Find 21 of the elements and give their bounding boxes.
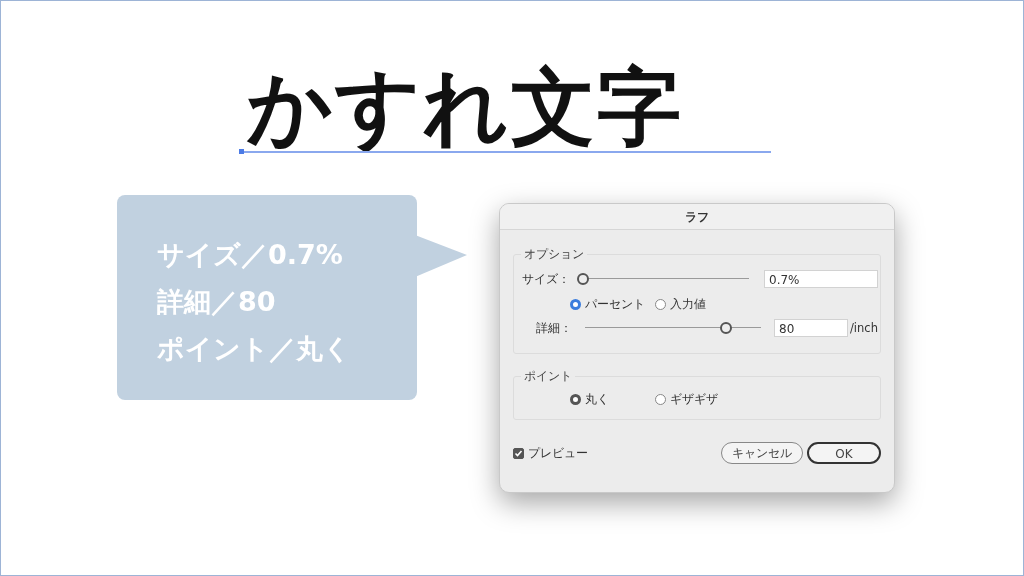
size-field[interactable]: 0.7% (764, 270, 878, 289)
callout-text: 詳細／80 (157, 285, 276, 320)
slider-thumb[interactable] (577, 273, 589, 286)
callout-text: ポイント／丸く (157, 332, 351, 367)
checkmark-icon (514, 448, 523, 458)
radio-option[interactable]: 丸く (570, 391, 609, 409)
unit-label: /inch (850, 319, 878, 337)
dialog-title: ラフ (500, 204, 894, 231)
slider-thumb[interactable] (719, 322, 732, 335)
ok-button[interactable]: OK (807, 442, 881, 465)
radio-option[interactable]: 入力値 (655, 296, 706, 314)
detail-label: 詳細： (536, 319, 572, 337)
preview-label[interactable]: プレビュー (528, 444, 588, 462)
size-label: サイズ： (522, 270, 570, 288)
radio-option[interactable]: パーセント (570, 296, 645, 314)
headline: かすれ文字 (246, 63, 684, 152)
cancel-button[interactable]: キャンセル (721, 442, 803, 465)
checkbox[interactable] (513, 447, 524, 459)
detail-field[interactable]: 80 (774, 319, 848, 338)
radio-option[interactable]: ギザギザ (655, 391, 718, 409)
callout-text: サイズ／0.7% (157, 238, 343, 273)
